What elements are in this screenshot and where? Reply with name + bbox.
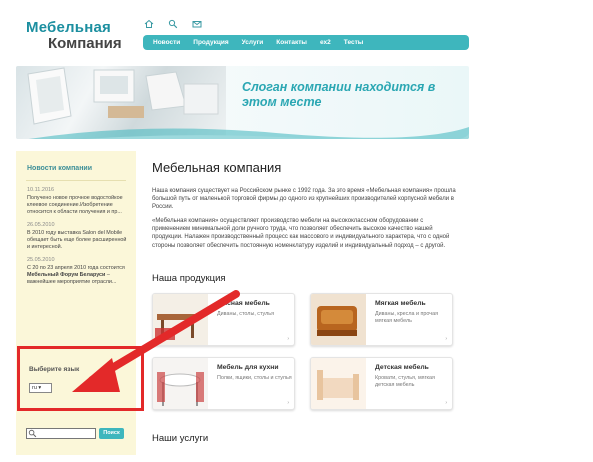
office-furniture-image [153, 294, 208, 345]
news-text: В 2010 году выставка Salon del Mobile об… [27, 230, 127, 251]
search-button[interactable]: Поиск [99, 428, 124, 439]
search-icon [28, 429, 37, 438]
banner-slogan: Слоган компании находится в этом месте [242, 80, 436, 109]
nav-products[interactable]: Продукция [193, 39, 228, 46]
language-title: Выберите язык [29, 366, 80, 373]
products-heading: Наша продукция [152, 273, 226, 284]
language-select[interactable]: ru ▾ [29, 383, 52, 393]
language-selector-box: Выберите язык ru ▾ [17, 346, 144, 411]
card-title: Детская мебель [375, 364, 429, 371]
main-content: Мебельная компания Наша компания существ… [152, 160, 462, 250]
nav-contacts[interactable]: Контакты [276, 39, 307, 46]
nav-tests[interactable]: Тесты [344, 39, 364, 46]
news-title: Новости компании [27, 165, 93, 172]
card-desc: Кровати, стулья, мягкая детская мебель [375, 375, 435, 389]
logo-line-2: Компания [48, 35, 122, 52]
product-card-kitchen[interactable]: Мебель для кухни Полки, ящики, столы и с… [152, 357, 295, 410]
news-text: Получено новое прочное водостойкое клеев… [27, 195, 123, 216]
news-item[interactable]: 10.11.2016 Получено новое прочное водост… [16, 187, 136, 216]
kids-furniture-image [311, 358, 366, 409]
main-nav: Новости Продукция Услуги Контакты ex2 Те… [143, 35, 469, 50]
search-icon[interactable] [168, 16, 178, 29]
news-date: 10.11.2016 [27, 187, 55, 193]
arrow-right-icon: › [445, 336, 447, 342]
card-title: Мебель для кухни [217, 364, 279, 371]
services-heading: Наши услуги [152, 433, 209, 444]
about-paragraph: «Мебельная компания» осуществляет произв… [152, 218, 450, 249]
divider [26, 180, 126, 181]
arrow-right-icon: › [445, 400, 447, 406]
card-desc: Полки, ящики, столы и стулья [217, 375, 292, 381]
sidebar-search: Поиск [26, 428, 124, 439]
intro-paragraph: Наша компания существует на Российском р… [152, 188, 456, 211]
news-item[interactable]: 25.05.2010 С 20 по 23 апреля 2010 года с… [16, 257, 136, 286]
hero-banner: Слоган компании находится в этом месте [16, 66, 469, 139]
logo-line-1: Мебельная [26, 19, 111, 36]
card-desc: Диваны, кресла и прочая мягкая мебель [375, 311, 439, 325]
banner-wave [28, 127, 469, 139]
nav-services[interactable]: Услуги [242, 39, 264, 46]
news-item[interactable]: 26.05.2010 В 2010 году выставка Salon de… [16, 222, 136, 251]
search-input[interactable] [26, 428, 96, 439]
nav-news[interactable]: Новости [153, 39, 180, 46]
card-title: Мягкая мебель [375, 300, 426, 307]
news-text-bold[interactable]: Мебельный Форум Беларуси [27, 272, 105, 278]
chevron-down-icon: ▾ [38, 385, 42, 391]
card-title: фисная мебель [217, 300, 270, 307]
mail-icon[interactable] [192, 16, 202, 28]
product-card-office[interactable]: фисная мебель Диваны, столы, стулья › [152, 293, 295, 346]
top-icons [144, 16, 202, 29]
product-card-kids[interactable]: Детская мебель Кровати, стулья, мягкая д… [310, 357, 453, 410]
card-desc: Диваны, столы, стулья [217, 311, 274, 317]
language-value: ru [32, 385, 37, 391]
product-card-soft[interactable]: Мягкая мебель Диваны, кресла и прочая мя… [310, 293, 453, 346]
news-date: 26.05.2010 [27, 222, 55, 229]
soft-furniture-image [311, 294, 366, 345]
kitchen-furniture-image [153, 358, 208, 409]
page-title: Мебельная компания [152, 160, 282, 175]
arrow-right-icon: › [287, 336, 289, 342]
news-text: С 20 по 23 апреля 2010 года состоится Ме… [27, 265, 128, 286]
site-logo[interactable]: Мебельная Компания [26, 20, 122, 51]
home-icon[interactable] [144, 16, 154, 28]
news-text-pre: С 20 по 23 апреля 2010 года состоится [27, 265, 125, 272]
nav-ex2[interactable]: ex2 [320, 39, 331, 46]
news-date: 25.05.2010 [27, 257, 55, 264]
arrow-right-icon: › [287, 400, 289, 406]
